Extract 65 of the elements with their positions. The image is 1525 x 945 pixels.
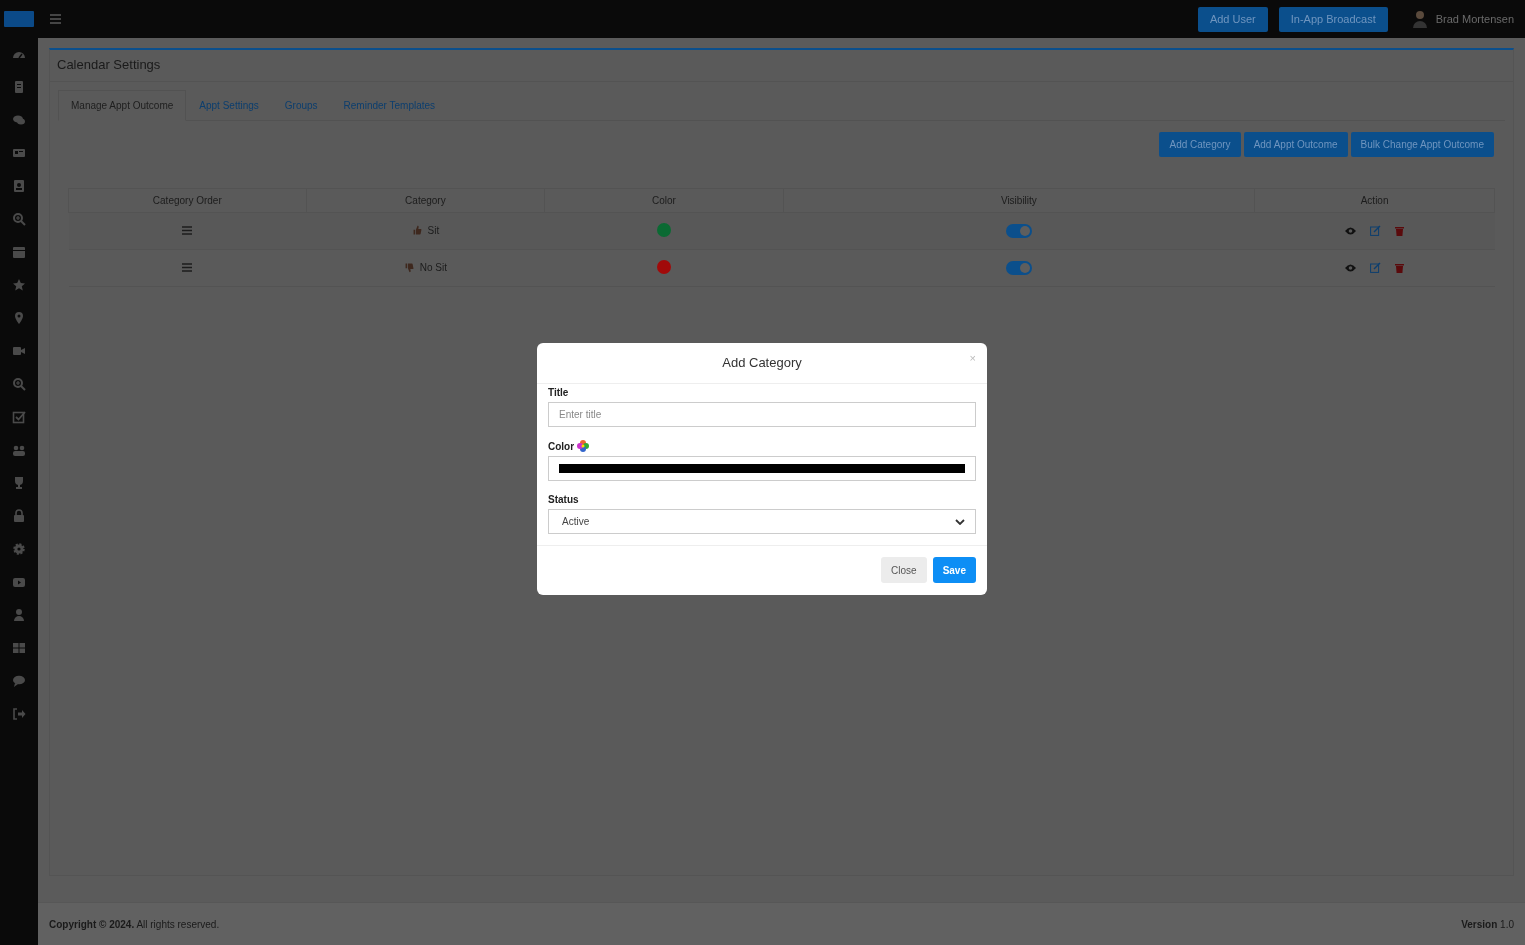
document-icon[interactable]	[12, 80, 26, 94]
video-play-icon[interactable]	[12, 575, 26, 589]
column-header: Category	[306, 188, 545, 213]
dialog-title: Add Category	[722, 355, 802, 370]
tab[interactable]: Reminder Templates	[330, 90, 449, 121]
search-icon[interactable]	[12, 377, 26, 391]
action-button[interactable]: Add Appt Outcome	[1243, 132, 1348, 157]
color-field[interactable]	[548, 456, 976, 481]
drag-handle-icon[interactable]	[182, 262, 193, 272]
trophy-icon[interactable]	[12, 476, 26, 490]
header-button[interactable]: Add User	[1197, 6, 1268, 32]
drag-handle-icon[interactable]	[182, 225, 193, 235]
avatar-icon[interactable]	[1411, 10, 1428, 28]
tab[interactable]: Appt Settings	[186, 90, 272, 121]
contact-book-icon[interactable]	[12, 179, 26, 193]
tab[interactable]: Manage Appt Outcome	[58, 90, 187, 121]
menu-icon[interactable]	[50, 14, 61, 24]
field-label: Color	[548, 440, 575, 452]
title-field[interactable]: Enter title	[548, 402, 976, 427]
save-button[interactable]: Save	[932, 557, 976, 583]
category-name: Sit	[427, 224, 440, 236]
header-button[interactable]: In-App Broadcast	[1278, 6, 1388, 32]
grid-icon[interactable]	[12, 641, 26, 655]
version-text: Version 1.0	[1461, 918, 1514, 930]
chat-icon[interactable]	[12, 113, 26, 127]
lock-icon[interactable]	[12, 509, 26, 523]
thumbs-up-icon	[411, 224, 423, 236]
action-button[interactable]: Bulk Change Appt Outcome	[1350, 132, 1494, 157]
close-button[interactable]: Close	[881, 557, 927, 583]
checkbox-icon[interactable]	[12, 410, 26, 424]
settings-icon[interactable]	[12, 542, 26, 556]
tab[interactable]: Groups	[271, 90, 331, 121]
visibility-toggle[interactable]	[1005, 261, 1032, 275]
column-header: Action	[1254, 188, 1495, 213]
column-header: Color	[544, 188, 784, 213]
view-icon[interactable]	[1345, 263, 1357, 272]
id-card-icon[interactable]	[12, 146, 26, 160]
video-camera-icon[interactable]	[12, 344, 26, 358]
status-dropdown[interactable]: Active	[548, 509, 976, 534]
column-header: Category Order	[68, 188, 307, 213]
zoom-in-icon[interactable]	[12, 212, 26, 226]
chevron-down-icon	[955, 518, 965, 525]
field-label: Status	[548, 494, 580, 505]
view-icon[interactable]	[1345, 226, 1357, 235]
delete-icon[interactable]	[1395, 262, 1405, 273]
card-title: Calendar Settings	[50, 50, 1513, 82]
calendar-icon[interactable]	[12, 245, 26, 259]
column-header: Visibility	[783, 188, 1255, 213]
action-button[interactable]: Add Category	[1159, 132, 1241, 157]
comment-icon[interactable]	[12, 674, 26, 688]
edit-icon[interactable]	[1370, 262, 1382, 274]
copyright-text: Copyright © 2024. All rights reserved.	[49, 918, 220, 930]
map-pin-icon[interactable]	[12, 311, 26, 325]
logout-icon[interactable]	[12, 707, 26, 721]
color-wheel-icon	[577, 440, 590, 452]
thumbs-down-icon	[403, 261, 415, 273]
visibility-toggle[interactable]	[1005, 224, 1032, 238]
user-name[interactable]: Brad Mortensen	[1435, 13, 1514, 25]
user-icon[interactable]	[12, 608, 26, 622]
edit-icon[interactable]	[1370, 225, 1382, 237]
users-icon[interactable]	[12, 443, 26, 457]
category-name: No Sit	[419, 261, 447, 273]
star-icon[interactable]	[12, 278, 26, 292]
field-label: Title	[548, 387, 570, 398]
delete-icon[interactable]	[1395, 225, 1405, 236]
